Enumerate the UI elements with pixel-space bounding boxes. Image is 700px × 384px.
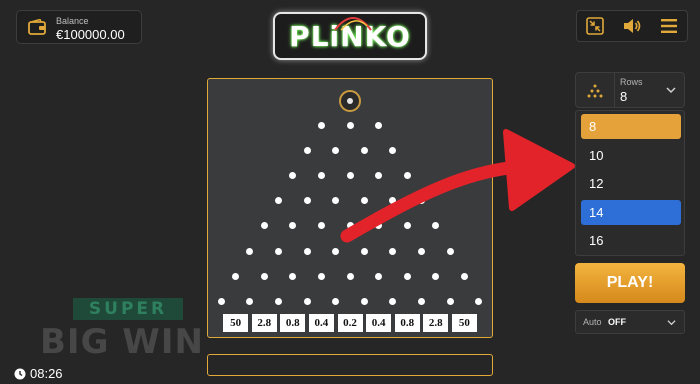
peg: [403, 171, 411, 179]
peg: [446, 247, 454, 255]
ball-drop-point: [339, 90, 361, 112]
multiplier-slot: 2.8: [423, 314, 449, 332]
peg: [418, 197, 425, 205]
peg: [389, 146, 397, 154]
peg: [260, 222, 268, 230]
peg: [389, 297, 397, 305]
peg: [317, 171, 325, 179]
peg: [332, 297, 340, 305]
peg: [246, 297, 254, 305]
multiplier-slot: 50: [451, 314, 477, 332]
rows-divider: [614, 73, 615, 107]
peg: [303, 146, 311, 154]
sound-icon: [624, 19, 641, 33]
rows-dropdown: 8 10 12 14 16: [575, 110, 685, 256]
menu-button[interactable]: [650, 11, 687, 41]
peg: [360, 247, 368, 255]
watermark-super: SUPER: [73, 298, 183, 320]
collapse-button[interactable]: [577, 11, 614, 41]
sound-button[interactable]: [614, 11, 651, 41]
peg: [332, 197, 340, 205]
clock-time: 08:26: [30, 366, 63, 381]
peg: [360, 146, 368, 154]
peg: [346, 121, 354, 129]
balance-value: €100000.00: [56, 27, 125, 42]
peg: [360, 297, 368, 305]
peg: [375, 222, 383, 230]
peg: [389, 247, 397, 255]
peg: [375, 171, 383, 179]
multiplier-slot: 0.2: [337, 314, 363, 332]
peg: [303, 247, 311, 255]
collapse-icon: [586, 17, 605, 35]
chevron-down-icon: [667, 320, 676, 326]
rows-value: 8: [620, 89, 628, 104]
auto-value: OFF: [608, 317, 626, 327]
peg: [360, 197, 368, 205]
peg: [246, 247, 254, 255]
multiplier-slot: 0.4: [366, 314, 392, 332]
peg: [446, 297, 454, 305]
top-toolbar: [576, 10, 688, 42]
peg: [403, 222, 411, 230]
peg: [317, 121, 325, 129]
peg: [232, 272, 240, 280]
peg: [260, 272, 268, 280]
peg: [275, 247, 282, 255]
peg: [418, 297, 425, 305]
game-logo: PLiNKO: [273, 12, 427, 60]
peg: [346, 272, 354, 280]
clock-icon: [14, 368, 26, 379]
peg: [375, 121, 383, 129]
peg: [346, 171, 354, 179]
rows-label: Rows: [620, 77, 643, 87]
rows-select[interactable]: Rows 8: [575, 72, 685, 108]
peg: [303, 297, 311, 305]
peg: [432, 272, 440, 280]
watermark-big-win: BIG WIN: [40, 322, 204, 362]
bet-bar[interactable]: [207, 354, 493, 376]
auto-toggle[interactable]: Auto OFF: [575, 310, 685, 334]
auto-label: Auto: [583, 317, 602, 327]
play-button[interactable]: PLAY!: [575, 263, 685, 303]
peg: [432, 222, 440, 230]
peg: [332, 146, 340, 154]
peg: [289, 222, 297, 230]
rows-option-16[interactable]: 16: [581, 228, 681, 253]
rows-option-10[interactable]: 10: [581, 143, 681, 168]
rows-option-12[interactable]: 12: [581, 171, 681, 196]
logo-arc-decoration: [334, 17, 372, 31]
peg: [389, 197, 397, 205]
plinko-board: 50 2.8 0.8 0.4 0.2 0.4 0.8 2.8 50: [207, 78, 493, 338]
peg: [317, 222, 325, 230]
balance-panel: Balance €100000.00: [16, 10, 142, 44]
clock: 08:26: [14, 366, 63, 381]
peg: [289, 171, 297, 179]
peg: [303, 197, 311, 205]
menu-icon: [660, 19, 677, 33]
peg: [375, 272, 383, 280]
peg: [275, 197, 282, 205]
multiplier-slot: 2.8: [251, 314, 277, 332]
rows-option-8[interactable]: 8: [581, 114, 681, 139]
wallet-icon: [28, 19, 46, 35]
peg: [403, 272, 411, 280]
chevron-down-icon: [666, 87, 676, 94]
multiplier-slot: 0.8: [394, 314, 420, 332]
peg: [418, 247, 425, 255]
multiplier-slot: 0.8: [280, 314, 306, 332]
balance-label: Balance: [56, 16, 89, 26]
multiplier-slot: 50: [223, 314, 249, 332]
pyramid-icon: [587, 84, 603, 98]
peg: [289, 272, 297, 280]
rows-option-14[interactable]: 14: [581, 199, 681, 225]
peg: [475, 297, 483, 305]
peg: [332, 247, 340, 255]
peg: [275, 297, 282, 305]
peg: [346, 222, 354, 230]
peg: [460, 272, 468, 280]
multiplier-slot: 0.4: [308, 314, 334, 332]
peg: [317, 272, 325, 280]
peg: [217, 297, 225, 305]
